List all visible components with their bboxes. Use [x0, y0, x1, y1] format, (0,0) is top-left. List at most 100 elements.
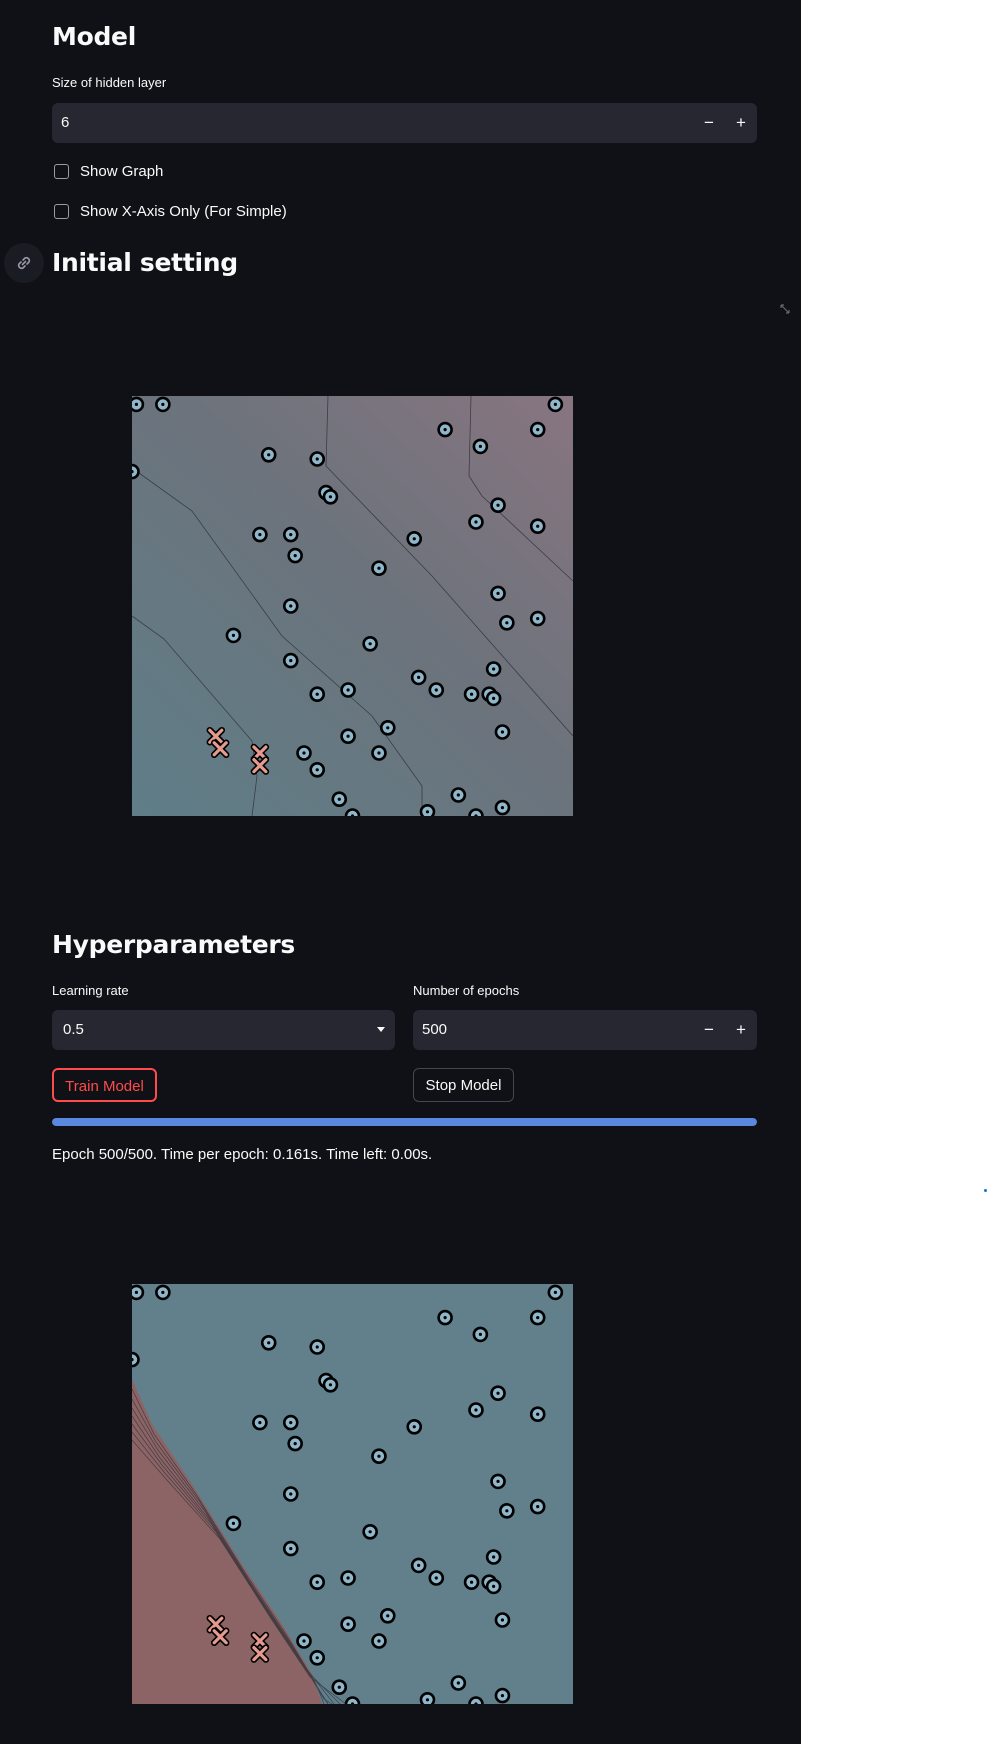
scatter-point-center	[469, 692, 474, 696]
scatter-point-center	[496, 1391, 500, 1395]
scatter-point-center	[231, 633, 236, 637]
scatter-point-center	[161, 1290, 165, 1294]
scatter-point-center	[425, 810, 430, 814]
scatter-point-center	[134, 402, 139, 406]
scatter-point-center	[496, 503, 500, 507]
scatter-point-center	[492, 1584, 496, 1588]
scatter-point-center	[302, 751, 306, 755]
scatter-point-center	[434, 1576, 438, 1580]
show-graph-label[interactable]: Show Graph	[80, 163, 163, 180]
hyperparameters-heading: Hyperparameters	[52, 930, 295, 959]
scatter-point-center	[492, 1555, 496, 1559]
initial-decision-plot	[132, 396, 573, 816]
scatter-point-center	[456, 1681, 460, 1685]
epochs-decrement-button[interactable]: −	[693, 1010, 725, 1050]
scatter-point-center	[505, 621, 509, 625]
scatter-point-center	[315, 1345, 319, 1349]
scatter-point-center	[258, 1421, 262, 1425]
hidden-layer-decrement-button[interactable]: −	[693, 103, 725, 143]
epochs-number-input[interactable]: 500 − +	[413, 1010, 757, 1050]
scatter-point-center	[478, 1332, 482, 1336]
scatter-point-center	[368, 642, 372, 646]
scatter-point-center	[289, 604, 293, 608]
scatter-point-center	[315, 1656, 319, 1660]
scatter-point-center	[293, 1442, 297, 1446]
chevron-down-icon[interactable]	[377, 1027, 385, 1032]
learning-rate-value[interactable]: 0.5	[63, 1021, 84, 1038]
scatter-point-center	[289, 1547, 293, 1551]
scatter-point-center	[500, 730, 505, 734]
scatter-point-center	[134, 1290, 139, 1294]
scatter-point-center	[315, 457, 319, 461]
epochs-increment-button[interactable]: +	[725, 1010, 757, 1050]
training-progress-bar	[52, 1118, 757, 1126]
link-icon[interactable]	[4, 243, 44, 283]
indicator-dot	[984, 1189, 987, 1192]
scatter-point-center	[417, 675, 421, 679]
scatter-point-center	[500, 1618, 505, 1622]
scatter-point-center	[368, 1530, 372, 1534]
scatter-point-center	[443, 1316, 447, 1320]
scatter-point-center	[346, 688, 350, 692]
scatter-point-center	[434, 688, 438, 692]
scatter-point-center	[386, 726, 390, 730]
train-model-button[interactable]: Train Model	[52, 1068, 157, 1102]
scatter-point-center	[289, 659, 293, 663]
learning-rate-select[interactable]: 0.5	[52, 1010, 395, 1050]
trained-decision-plot	[132, 1284, 573, 1704]
scatter-point-center	[425, 1698, 430, 1702]
scatter-point-center	[377, 1454, 381, 1458]
scatter-point-center	[536, 1316, 540, 1320]
expand-icon[interactable]	[779, 303, 791, 315]
scatter-point-center	[386, 1614, 390, 1618]
scatter-point-center	[161, 402, 165, 406]
scatter-point-center	[337, 1685, 341, 1689]
epochs-label: Number of epochs	[413, 983, 520, 998]
epochs-value[interactable]: 500	[422, 1021, 447, 1038]
scatter-point-center	[315, 1580, 319, 1584]
scatter-point-center	[328, 1383, 333, 1387]
scatter-point-center	[377, 566, 381, 570]
scatter-point-center	[315, 768, 319, 772]
scatter-point-center	[377, 751, 381, 755]
scatter-point-center	[553, 402, 557, 406]
scatter-point-center	[346, 734, 350, 738]
stop-model-button[interactable]: Stop Model	[413, 1068, 514, 1102]
scatter-point-center	[258, 533, 262, 537]
scatter-point-center	[412, 1425, 416, 1429]
scatter-point-center	[337, 797, 341, 801]
scatter-point-center	[328, 495, 333, 499]
hidden-layer-increment-button[interactable]: +	[725, 103, 757, 143]
scatter-point-center	[293, 554, 297, 558]
scatter-point-center	[302, 1639, 306, 1643]
scatter-point-center	[346, 1622, 350, 1626]
hidden-layer-number-input[interactable]: 6 − +	[52, 103, 757, 143]
scatter-point-center	[474, 520, 478, 524]
model-heading: Model	[52, 22, 136, 51]
show-x-axis-label[interactable]: Show X-Axis Only (For Simple)	[80, 203, 287, 220]
app-main: Model Size of hidden layer 6 − + Show Gr…	[0, 0, 801, 1744]
show-x-axis-checkbox[interactable]	[54, 204, 69, 219]
scatter-point-center	[536, 617, 540, 621]
scatter-point-center	[536, 428, 540, 432]
show-graph-checkbox[interactable]	[54, 164, 69, 179]
scatter-point-center	[500, 806, 505, 810]
scatter-point-center	[417, 1563, 421, 1567]
scatter-point-center	[289, 1492, 293, 1496]
training-status-text: Epoch 500/500. Time per epoch: 0.161s. T…	[52, 1146, 433, 1163]
hidden-layer-value[interactable]: 6	[61, 114, 69, 131]
scatter-point-center	[469, 1580, 474, 1584]
scatter-point-center	[478, 444, 482, 448]
scatter-point-center	[231, 1521, 236, 1525]
scatter-point-center	[289, 533, 293, 537]
hidden-layer-label: Size of hidden layer	[52, 75, 167, 90]
scatter-point-center	[346, 1576, 350, 1580]
scatter-point-center	[536, 1505, 540, 1509]
scatter-point-center	[496, 1479, 500, 1483]
scatter-point-center	[377, 1639, 381, 1643]
scatter-point-center	[443, 428, 447, 432]
training-progress-fill	[52, 1118, 757, 1126]
scatter-point-center	[505, 1509, 509, 1513]
scatter-point-center	[456, 793, 460, 797]
initial-setting-heading: Initial setting	[52, 248, 238, 277]
